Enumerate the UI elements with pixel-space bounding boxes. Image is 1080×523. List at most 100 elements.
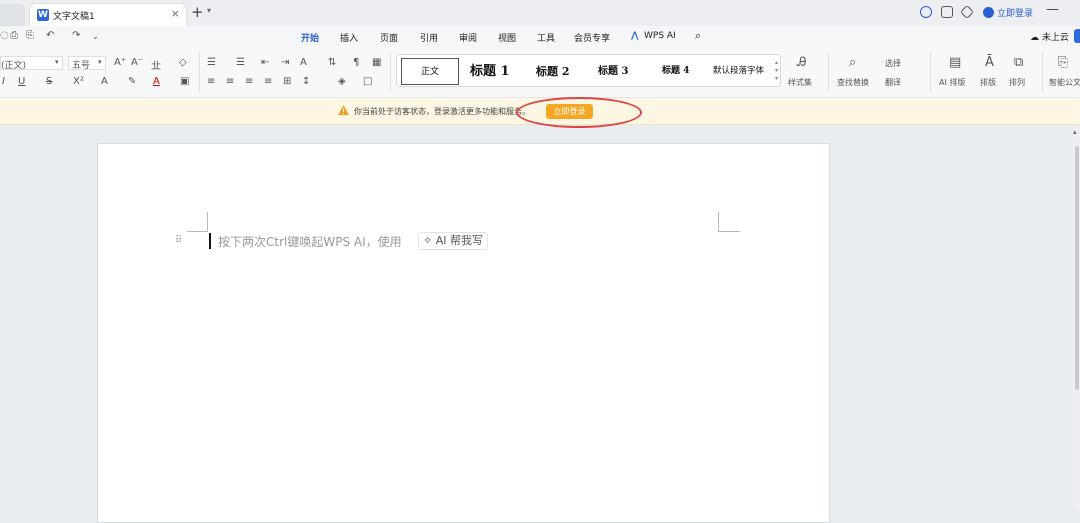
warning-icon bbox=[338, 105, 349, 115]
style-normal[interactable]: 正文 bbox=[401, 58, 459, 85]
menu-tab-member[interactable]: 会员专享 bbox=[574, 31, 610, 44]
menu-tab-home[interactable]: 开始 bbox=[301, 31, 320, 48]
cube-icon[interactable] bbox=[959, 4, 975, 20]
more-chevron-icon[interactable]: ⌄ bbox=[92, 32, 99, 41]
undo-icon[interactable]: ↶ bbox=[46, 30, 54, 41]
menu-bar: ◌ ⎙ ⎘ ↶ ↷ ⌄ 开始 插入 页面 引用 审阅 视图 工具 会员专享 ⋀ … bbox=[0, 26, 1080, 48]
new-tab-icon[interactable]: + bbox=[191, 3, 204, 21]
redo-icon[interactable]: ↷ bbox=[72, 30, 80, 41]
chevron-down-icon[interactable]: ▾ bbox=[207, 6, 211, 15]
ai-layout-label[interactable]: AI 排版 bbox=[939, 77, 965, 88]
ribbon-toolbar: (正文) ▾ 五号 ▾ A⁺ A⁻ 㐀 ◇ I U S X² A ✎ A ▣ ☰ ☰… bbox=[0, 46, 1080, 98]
margin-corner-top-right bbox=[718, 212, 740, 232]
align-left-icon[interactable]: ≡ bbox=[207, 76, 215, 87]
font-color-icon[interactable]: A bbox=[153, 76, 160, 87]
align-right-icon[interactable]: ≡ bbox=[245, 76, 253, 87]
sparkle-icon: ✧ bbox=[423, 234, 433, 247]
font-size-value: 五号 bbox=[72, 61, 91, 71]
login-link[interactable]: 立即登录 bbox=[983, 6, 1033, 19]
gallery-scroll-arrows-icon[interactable]: ▴ ▾ ▾ bbox=[775, 59, 778, 83]
decrease-indent-icon[interactable]: ⇤ bbox=[261, 57, 269, 68]
menu-tab-review[interactable]: 审阅 bbox=[459, 31, 477, 44]
print-preview-icon[interactable]: ⎘ bbox=[26, 30, 34, 41]
minimize-icon[interactable]: — bbox=[1046, 2, 1059, 17]
italic-icon[interactable]: I bbox=[2, 76, 5, 87]
increase-indent-icon[interactable]: ⇥ bbox=[281, 57, 289, 68]
char-border-icon[interactable]: ▣ bbox=[180, 76, 189, 87]
separator bbox=[828, 52, 829, 92]
select-label[interactable]: 选择 bbox=[885, 58, 901, 69]
grow-font-icon[interactable]: A⁺ bbox=[114, 57, 126, 68]
clear-format-icon[interactable]: ◇ bbox=[179, 57, 187, 68]
border-icon[interactable]: □ bbox=[363, 76, 372, 87]
menu-tab-view[interactable]: 视图 bbox=[498, 31, 516, 44]
copilot-icon[interactable] bbox=[920, 6, 932, 18]
margin-corner-top-left bbox=[187, 212, 208, 232]
shrink-font-icon[interactable]: A⁻ bbox=[131, 57, 143, 68]
text-effect-icon[interactable]: A bbox=[101, 76, 108, 87]
menu-tab-insert[interactable]: 插入 bbox=[340, 31, 358, 44]
menu-tab-wps-ai[interactable]: WPS AI bbox=[644, 31, 676, 41]
highlight-circle bbox=[516, 97, 642, 128]
line-spacing-icon[interactable]: ↕ bbox=[302, 76, 310, 87]
find-icon[interactable]: ⌕ bbox=[849, 55, 856, 70]
document-page[interactable]: ⠿ 按下两次Ctrl键唤起WPS AI，使用 ✧ AI 帮我写 bbox=[97, 143, 830, 523]
show-marks-icon[interactable]: ¶ bbox=[353, 57, 359, 68]
text-direction-icon[interactable]: A bbox=[300, 57, 307, 68]
style-heading-4[interactable]: 标题 4 bbox=[662, 58, 689, 85]
share-button[interactable] bbox=[1074, 29, 1080, 43]
style-heading-2[interactable]: 标题 2 bbox=[536, 58, 569, 85]
notice-message: 你当前处于访客状态，登录激活更多功能和服务。 bbox=[354, 107, 530, 116]
sort-icon[interactable]: ⇅ bbox=[328, 57, 336, 68]
arrange-icon[interactable]: ⧉ bbox=[1014, 55, 1023, 70]
menu-tab-reference[interactable]: 引用 bbox=[420, 31, 438, 44]
justify-icon[interactable]: ≡ bbox=[264, 76, 272, 87]
style-default-font[interactable]: 默认段落字体 bbox=[713, 58, 764, 85]
shading-icon[interactable]: ◈ bbox=[338, 76, 346, 87]
scrollbar-thumb[interactable] bbox=[1075, 146, 1079, 390]
superscript-icon[interactable]: X² bbox=[73, 76, 84, 87]
underline-icon[interactable]: U bbox=[18, 76, 25, 87]
style-set-icon[interactable]: Ꭿ bbox=[797, 55, 806, 70]
bullet-list-icon[interactable]: ☰ bbox=[207, 57, 216, 68]
wps-ai-icon: ⋀ bbox=[631, 31, 639, 41]
phonetic-icon[interactable]: 㐀 bbox=[151, 57, 161, 72]
print-icon[interactable]: ⎙ bbox=[10, 30, 18, 41]
close-tab-icon[interactable]: × bbox=[171, 7, 180, 20]
align-center-icon[interactable]: ≡ bbox=[226, 76, 234, 87]
scroll-up-icon[interactable]: ▴ bbox=[1073, 128, 1077, 136]
table-icon[interactable]: ▦ bbox=[372, 57, 381, 68]
menu-tab-tools[interactable]: 工具 bbox=[537, 31, 555, 44]
style-heading-1[interactable]: 标题 1 bbox=[470, 58, 510, 85]
find-replace-label[interactable]: 查找替换 bbox=[837, 77, 869, 88]
window-icon[interactable] bbox=[941, 6, 953, 18]
distribute-icon[interactable]: ⊞ bbox=[283, 76, 291, 87]
document-tab[interactable]: W 文字文稿1 × bbox=[29, 3, 187, 26]
cloud-status[interactable]: ☁ 未上云 bbox=[1030, 30, 1069, 43]
separator bbox=[1042, 52, 1043, 92]
ai-write-chip[interactable]: ✧ AI 帮我写 bbox=[418, 232, 488, 250]
ai-write-label: AI 帮我写 bbox=[435, 234, 483, 247]
font-size-select[interactable]: 五号 ▾ bbox=[68, 56, 106, 71]
ai-layout-icon[interactable]: ▤ bbox=[949, 55, 961, 70]
arrange-label[interactable]: 排列 bbox=[1009, 77, 1025, 88]
folder-icon[interactable]: ◌ bbox=[0, 30, 9, 41]
number-list-icon[interactable]: ☰ bbox=[236, 57, 245, 68]
cloud-icon: ☁ bbox=[1030, 33, 1039, 43]
text-caret bbox=[209, 233, 211, 249]
style-set-label[interactable]: 样式集 bbox=[788, 77, 812, 88]
layout-icon[interactable]: Ā bbox=[985, 55, 994, 70]
style-heading-3[interactable]: 标题 3 bbox=[598, 58, 628, 85]
smart-doc-icon[interactable]: ⎘ bbox=[1058, 55, 1068, 70]
menu-tab-page[interactable]: 页面 bbox=[380, 31, 398, 44]
home-tab-stub[interactable] bbox=[0, 4, 25, 26]
font-name-select[interactable]: (正文) ▾ bbox=[0, 56, 63, 71]
layout-label[interactable]: 排版 bbox=[980, 77, 996, 88]
smart-doc-label[interactable]: 智能公文 bbox=[1049, 77, 1080, 88]
translate-label[interactable]: 翻译 bbox=[885, 77, 901, 88]
strikethrough-icon[interactable]: S bbox=[46, 76, 52, 87]
highlight-icon[interactable]: ✎ bbox=[128, 76, 136, 87]
search-icon[interactable]: ⌕ bbox=[695, 29, 701, 43]
chevron-down-icon: ▾ bbox=[98, 58, 102, 66]
drag-handle-icon[interactable]: ⠿ bbox=[175, 235, 182, 246]
